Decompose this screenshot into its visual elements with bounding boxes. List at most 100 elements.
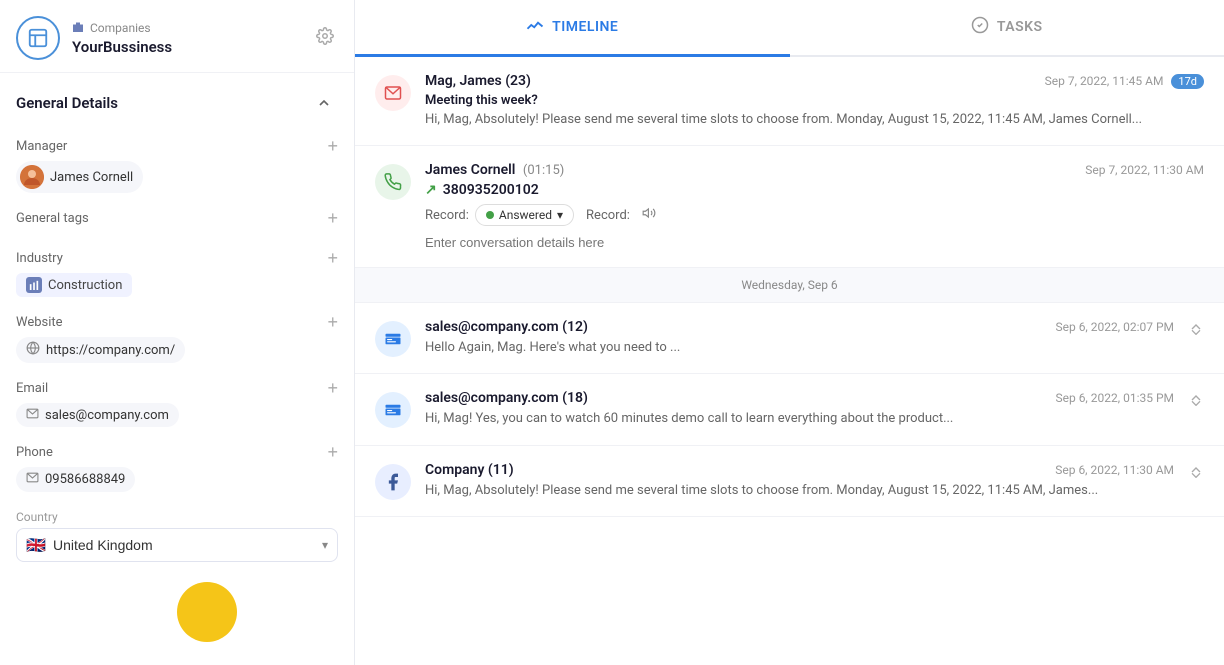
website-label: Website <box>16 315 63 330</box>
timeline-item-email-1: Mag, James (23) Sep 7, 2022, 11:45 AM 17… <box>355 57 1224 146</box>
timeline-item-call-1: James Cornell (01:15) Sep 7, 2022, 11:30… <box>355 146 1224 268</box>
status-dot-icon <box>486 211 494 219</box>
tab-tasks[interactable]: TASKS <box>790 0 1224 57</box>
subject-1: Meeting this week? <box>425 93 1204 108</box>
status-value: Answered <box>499 208 552 222</box>
timestamp-2: Sep 6, 2022, 02:07 PM <box>1055 320 1174 334</box>
timeline-top-row-2: sales@company.com (12) Sep 6, 2022, 02:0… <box>425 319 1174 335</box>
timeline-content: Mag, James (23) Sep 7, 2022, 11:45 AM 17… <box>355 57 1224 665</box>
timestamp-1: Sep 7, 2022, 11:45 AM <box>1045 74 1164 88</box>
section-general-details: General Details <box>0 73 354 129</box>
email-label: Email <box>16 381 48 396</box>
phone-tag[interactable]: 09586688849 <box>16 467 135 492</box>
country-flag-icon: 🇬🇧 <box>26 536 46 555</box>
outgoing-call-icon: ↗ <box>425 182 437 198</box>
tasks-tab-icon <box>971 16 989 38</box>
sender-2: sales@company.com (12) <box>425 319 588 335</box>
industry-field: Industry + Construction <box>0 241 354 305</box>
timestamp-company: Sep 6, 2022, 11:30 AM <box>1055 463 1174 477</box>
timeline-body-company-1: Company (11) Sep 6, 2022, 11:30 AM Hi, M… <box>425 462 1174 500</box>
timeline-body-email-2: sales@company.com (12) Sep 6, 2022, 02:0… <box>425 319 1174 357</box>
timeline-tab-label: TIMELINE <box>552 19 618 35</box>
website-tag[interactable]: https://company.com/ <box>16 337 185 363</box>
timeline-body-email-3: sales@company.com (18) Sep 6, 2022, 01:3… <box>425 390 1174 428</box>
industry-label-row: Industry + <box>16 249 338 267</box>
envelope-icon <box>26 407 39 423</box>
email-label-row: Email + <box>16 379 338 397</box>
country-select[interactable]: United Kingdom United States Germany Fra… <box>16 528 338 562</box>
general-tags-label: General tags <box>16 211 89 226</box>
status-label: Record: <box>425 208 469 223</box>
timeline-badge-1: 17d <box>1171 74 1204 89</box>
fb-avatar <box>375 464 411 500</box>
timeline-top-row-3: sales@company.com (18) Sep 6, 2022, 01:3… <box>425 390 1174 406</box>
timeline-meta-1: Sep 7, 2022, 11:45 AM 17d <box>1045 74 1204 89</box>
website-value: https://company.com/ <box>46 343 175 358</box>
record-label: Record: <box>586 208 630 223</box>
industry-value: Construction <box>48 278 122 293</box>
date-separator: Wednesday, Sep 6 <box>355 268 1224 303</box>
company-info: Companies YourBussiness <box>72 21 300 56</box>
add-website-button[interactable]: + <box>327 313 338 331</box>
timestamp-3: Sep 6, 2022, 01:35 PM <box>1055 391 1174 405</box>
timeline-item-company-1: Company (11) Sep 6, 2022, 11:30 AM Hi, M… <box>355 446 1224 517</box>
preview-company: Hi, Mag, Absolutely! Please send me seve… <box>425 482 1174 500</box>
manager-label-row: Manager + <box>16 137 338 155</box>
sidebar: Companies YourBussiness General Details … <box>0 0 355 665</box>
email-avatar-2 <box>375 321 411 357</box>
add-tag-button[interactable]: + <box>327 209 338 227</box>
country-select-wrapper: 🇬🇧 United Kingdom United States Germany … <box>16 528 338 562</box>
call-duration: (01:15) <box>523 163 564 178</box>
manager-label: Manager <box>16 139 67 154</box>
email-field: Email + sales@company.com <box>0 371 354 435</box>
decorative-circle <box>177 582 237 642</box>
sender-call: James Cornell (01:15) <box>425 162 564 178</box>
preview-2: Hello Again, Mag. Here's what you need t… <box>425 339 1174 357</box>
company-logo-icon <box>16 16 60 60</box>
country-field: Country 🇬🇧 United Kingdom United States … <box>0 500 354 572</box>
company-name: YourBussiness <box>72 38 300 56</box>
sender-company: Company (11) <box>425 462 514 478</box>
timeline-tab-icon <box>526 16 544 38</box>
phone-value: 09586688849 <box>45 472 125 487</box>
timeline-top-row-call: James Cornell (01:15) Sep 7, 2022, 11:30… <box>425 162 1204 178</box>
general-tags-label-row: General tags + <box>16 209 338 227</box>
add-industry-button[interactable]: + <box>327 249 338 267</box>
volume-icon[interactable] <box>642 206 656 224</box>
collapse-button[interactable] <box>310 89 338 117</box>
expand-button-3[interactable] <box>1188 390 1204 406</box>
expand-button-company[interactable] <box>1188 462 1204 478</box>
add-manager-button[interactable]: + <box>327 137 338 155</box>
timeline-body-email-1: Mag, James (23) Sep 7, 2022, 11:45 AM 17… <box>425 73 1204 129</box>
breadcrumb-label: Companies <box>90 21 151 35</box>
add-email-button[interactable]: + <box>327 379 338 397</box>
status-chevron-icon: ▾ <box>557 208 563 222</box>
phone-icon <box>26 471 39 488</box>
conversation-input[interactable] <box>425 235 1204 250</box>
manager-name: James Cornell <box>50 170 133 185</box>
manager-tag[interactable]: James Cornell <box>16 161 143 193</box>
section-title: General Details <box>16 94 118 112</box>
email-tag[interactable]: sales@company.com <box>16 403 179 427</box>
timeline-top-row-1: Mag, James (23) Sep 7, 2022, 11:45 AM 17… <box>425 73 1204 89</box>
buildings-icon <box>72 21 84 36</box>
expand-button-2[interactable] <box>1188 319 1204 335</box>
preview-3: Hi, Mag! Yes, you can to watch 60 minute… <box>425 410 1174 428</box>
tab-timeline[interactable]: TIMELINE <box>355 0 790 57</box>
industry-icon <box>26 277 42 293</box>
breadcrumb: Companies <box>72 21 300 36</box>
phone-field: Phone + 09586688849 <box>0 435 354 500</box>
add-phone-button[interactable]: + <box>327 443 338 461</box>
industry-tag[interactable]: Construction <box>16 273 132 297</box>
tabs-header: TIMELINE TASKS <box>355 0 1224 57</box>
settings-button[interactable] <box>312 23 338 54</box>
call-status-row: Record: Answered ▾ Record: <box>425 204 1204 226</box>
call-number: ↗ 380935200102 <box>425 182 1204 198</box>
sender-1: Mag, James (23) <box>425 73 531 89</box>
timestamp-call: Sep 7, 2022, 11:30 AM <box>1085 163 1204 177</box>
globe-icon <box>26 341 40 359</box>
sender-3: sales@company.com (18) <box>425 390 588 406</box>
timeline-item-email-3: sales@company.com (18) Sep 6, 2022, 01:3… <box>355 374 1224 445</box>
country-label: Country <box>16 510 338 524</box>
status-badge[interactable]: Answered ▾ <box>475 204 574 226</box>
